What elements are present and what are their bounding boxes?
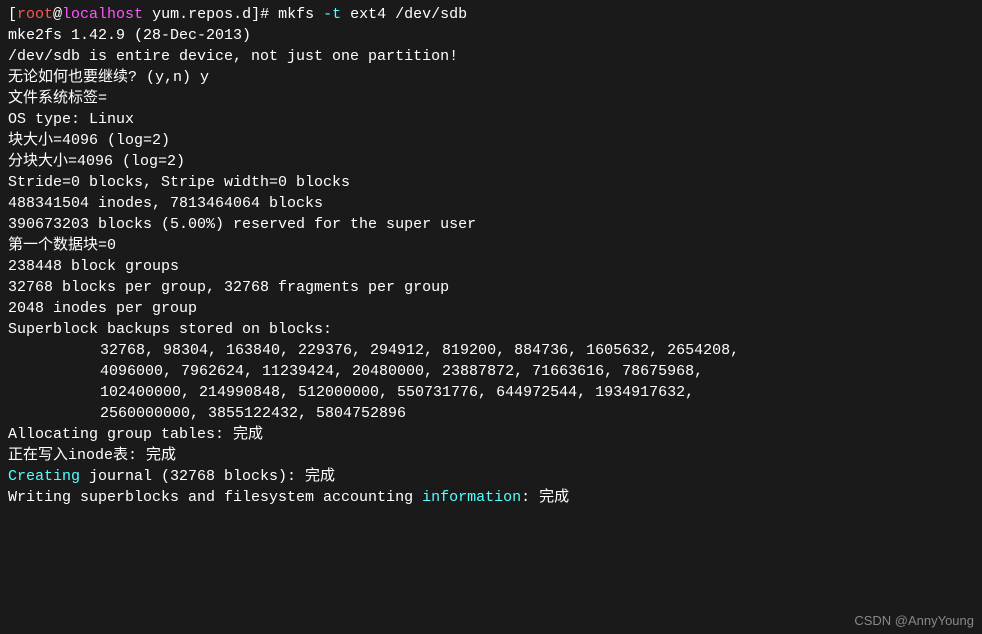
output-line: /dev/sdb is entire device, not just one … <box>8 46 974 67</box>
writing-text: Writing superblocks and filesystem accou… <box>8 489 422 506</box>
output-line: 2048 inodes per group <box>8 298 974 319</box>
output-line: 238448 block groups <box>8 256 974 277</box>
output-line: 文件系统标签= <box>8 88 974 109</box>
output-line: 488341504 inodes, 7813464064 blocks <box>8 193 974 214</box>
output-line: 第一个数据块=0 <box>8 235 974 256</box>
superblock-line: 102400000, 214990848, 512000000, 5507317… <box>8 382 974 403</box>
output-line: 32768 blocks per group, 32768 fragments … <box>8 277 974 298</box>
superblock-line: 32768, 98304, 163840, 229376, 294912, 81… <box>8 340 974 361</box>
superblock-line: 4096000, 7962624, 11239424, 20480000, 23… <box>8 361 974 382</box>
output-line: 无论如何也要继续? (y,n) y <box>8 67 974 88</box>
output-line: 正在写入inode表: 完成 <box>8 445 974 466</box>
bracket-open: [ <box>8 6 17 23</box>
at-sign: @ <box>53 6 62 23</box>
output-line: Superblock backups stored on blocks: <box>8 319 974 340</box>
output-line: 块大小=4096 (log=2) <box>8 130 974 151</box>
output-line: Allocating group tables: 完成 <box>8 424 974 445</box>
creating-text: Creating <box>8 468 80 485</box>
cmd-option: -t <box>323 6 341 23</box>
cmd-mkfs: mkfs <box>278 6 323 23</box>
output-line: Creating journal (32768 blocks): 完成 <box>8 466 974 487</box>
directory: yum.repos.d <box>152 6 251 23</box>
cmd-args: ext4 /dev/sdb <box>341 6 467 23</box>
journal-text: journal (32768 blocks): 完成 <box>80 468 335 485</box>
information-text: information <box>422 489 521 506</box>
prompt-line[interactable]: [root@localhost yum.repos.d]# mkfs -t ex… <box>8 4 974 25</box>
done-text: : 完成 <box>521 489 569 506</box>
watermark: CSDN @AnnyYoung <box>854 612 974 630</box>
output-line: Writing superblocks and filesystem accou… <box>8 487 974 508</box>
bracket-close: ]# <box>251 6 278 23</box>
output-line: 390673203 blocks (5.00%) reserved for th… <box>8 214 974 235</box>
output-line: OS type: Linux <box>8 109 974 130</box>
output-line: mke2fs 1.42.9 (28-Dec-2013) <box>8 25 974 46</box>
user: root <box>17 6 53 23</box>
output-line: 分块大小=4096 (log=2) <box>8 151 974 172</box>
output-line: Stride=0 blocks, Stripe width=0 blocks <box>8 172 974 193</box>
hostname: localhost <box>62 6 143 23</box>
space <box>143 6 152 23</box>
superblock-line: 2560000000, 3855122432, 5804752896 <box>8 403 974 424</box>
